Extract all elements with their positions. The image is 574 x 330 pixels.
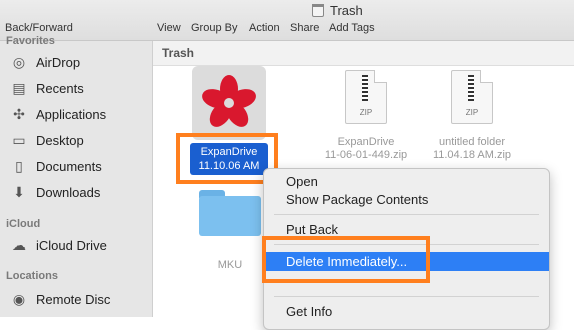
sidebar-item-downloads[interactable]: ⬇ Downloads	[10, 181, 150, 203]
applications-icon: ✣	[13, 105, 25, 122]
sidebar-item-icloud-drive[interactable]: ☁ iCloud Drive	[10, 234, 150, 256]
folder-icon[interactable]	[199, 190, 261, 236]
menu-separator	[274, 296, 539, 297]
group-by-button[interactable]: Group By	[191, 22, 237, 34]
sidebar-item-desktop[interactable]: ▭ Desktop	[10, 129, 150, 151]
sidebar: Favorites ◎ AirDrop ▤ Recents ✣ Applicat…	[0, 35, 153, 317]
icloud-heading: iCloud	[6, 218, 41, 230]
zip-file-2[interactable]: ZIP untitled folder 11.04.18 AM.zip	[424, 70, 520, 162]
menu-separator	[274, 214, 539, 215]
expandrive-logo-icon	[202, 75, 256, 127]
zip-file-icon: ZIP	[345, 70, 387, 124]
zip-file-icon: ZIP	[451, 70, 493, 124]
sidebar-item-remote-disc[interactable]: ◉ Remote Disc	[10, 288, 150, 310]
sidebar-item-recents[interactable]: ▤ Recents	[10, 77, 150, 99]
menu-item-show-package-contents[interactable]: Show Package Contents	[264, 190, 549, 209]
path-bar: Trash	[153, 41, 574, 66]
locations-heading: Locations	[6, 270, 58, 282]
disc-icon: ◉	[12, 290, 26, 307]
annotation-highlight-delete	[262, 236, 430, 283]
back-forward-button[interactable]: Back/Forward	[5, 22, 73, 34]
sidebar-item-airdrop[interactable]: ◎ AirDrop	[10, 51, 150, 73]
trash-icon	[312, 4, 324, 17]
add-tags-button[interactable]: Add Tags	[329, 22, 375, 34]
action-button[interactable]: Action	[249, 22, 280, 34]
zip-file-1[interactable]: ZIP ExpanDrive 11-06-01-449.zip	[318, 70, 414, 162]
documents-icon: ▯	[15, 157, 23, 174]
menu-item-open[interactable]: Open	[264, 172, 549, 191]
icloud-icon: ☁	[12, 236, 26, 253]
desktop-icon: ▭	[12, 131, 26, 148]
downloads-icon: ⬇	[13, 183, 25, 200]
sidebar-item-documents[interactable]: ▯ Documents	[10, 155, 150, 177]
toolbar: Trash Back/Forward View Group By Action …	[0, 0, 574, 41]
sidebar-item-applications[interactable]: ✣ Applications	[10, 103, 150, 125]
expandrive-app-tile[interactable]	[192, 66, 266, 140]
favorites-heading: Favorites	[6, 35, 55, 47]
window-title: Trash	[312, 3, 363, 18]
menu-item-get-info[interactable]: Get Info	[264, 302, 549, 321]
recents-icon: ▤	[12, 79, 26, 96]
airdrop-icon: ◎	[12, 53, 26, 70]
path-label: Trash	[162, 46, 195, 60]
view-button[interactable]: View	[157, 22, 181, 34]
share-button[interactable]: Share	[290, 22, 319, 34]
folder-label: MKU	[217, 259, 243, 271]
